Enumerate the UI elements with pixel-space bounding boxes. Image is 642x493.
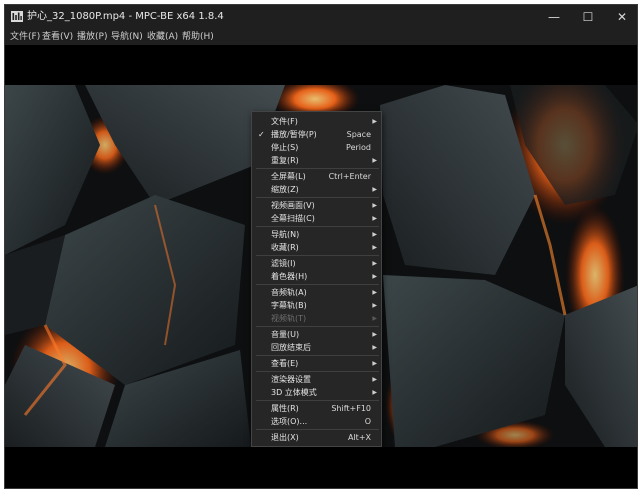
menu-item-shortcut: Space [346,130,371,139]
arrow-right-icon: ▶ [372,389,377,396]
menu-item-shortcut: Ctrl+Enter [328,172,371,181]
arrow-right-icon: ▶ [372,157,377,164]
menu-item-label: 着色器(H) [271,272,308,281]
menu-item-label: 选项(O)... [271,417,308,426]
arrow-right-icon: ▶ [372,315,377,322]
arrow-right-icon: ▶ [372,202,377,209]
menu-separator [256,326,379,327]
menu-separator [256,168,379,169]
menu-separator [256,284,379,285]
context-menu-item: 视频轨(T) ▶ [252,312,381,325]
maximize-button[interactable]: ☐ [571,5,605,29]
arrow-right-icon: ▶ [372,376,377,383]
context-menu-item[interactable]: 属性(R) Shift+F10 [252,402,381,415]
context-menu-item[interactable]: 音量(U) ▶ [252,328,381,341]
context-menu-item[interactable]: 退出(X) Alt+X [252,431,381,444]
minimize-button[interactable]: — [537,5,571,29]
arrow-right-icon: ▶ [372,215,377,222]
menu-item-shortcut: Shift+F10 [331,404,371,413]
context-menu-item[interactable]: 回放结束后 ▶ [252,341,381,354]
arrow-right-icon: ▶ [372,289,377,296]
menu-separator [256,226,379,227]
menu-item-label: 视频画面(V) [271,201,315,210]
context-menu-item[interactable]: 停止(S) Period [252,141,381,154]
arrow-right-icon: ▶ [372,260,377,267]
context-menu-item[interactable]: ✓ 播放/暂停(P) Space [252,128,381,141]
arrow-right-icon: ▶ [372,244,377,251]
context-menu-item[interactable]: 选项(O)... O [252,415,381,428]
menu-separator [256,429,379,430]
arrow-right-icon: ▶ [372,231,377,238]
menu-item-shortcut: Alt+X [347,433,371,442]
context-menu: 文件(F) ▶ ✓ 播放/暂停(P) Space 停止(S) Period 重复(R) ▶ 全屏幕… [251,111,382,447]
context-menu-item[interactable]: 音频轨(A) ▶ [252,286,381,299]
film-icon [11,11,23,22]
window-title: 护心_32_1080P.mp4 - MPC-BE x64 1.8.4 [27,11,224,22]
menu-item-shortcut: Period [346,143,371,152]
context-menu-item[interactable]: 全幕扫描(C) ▶ [252,212,381,225]
menu-item-label: 导航(N) [271,230,300,239]
context-menu-item[interactable]: 查看(E) ▶ [252,357,381,370]
close-icon: ✕ [616,10,628,24]
menu-favorites[interactable]: 收藏(A) [147,31,178,43]
context-menu-item[interactable]: 缩放(Z) ▶ [252,183,381,196]
context-menu-item[interactable]: 字幕轨(B) ▶ [252,299,381,312]
menu-item-label: 缩放(Z) [271,185,299,194]
menu-item-label: 字幕轨(B) [271,301,307,310]
arrow-right-icon: ▶ [372,273,377,280]
menu-item-label: 渲染器设置 [271,375,311,384]
menu-separator [256,371,379,372]
arrow-right-icon: ▶ [372,118,377,125]
menu-item-label: 文件(F) [271,117,298,126]
menu-item-label: 收藏(R) [271,243,299,252]
menu-view[interactable]: 查看(V) [42,31,73,43]
menu-item-label: 3D 立体模式 [271,388,317,397]
context-menu-item[interactable]: 滤镜(I) ▶ [252,257,381,270]
context-menu-item[interactable]: 3D 立体模式 ▶ [252,386,381,399]
menu-item-label: 视频轨(T) [271,314,307,323]
arrow-right-icon: ▶ [372,302,377,309]
menu-separator [256,355,379,356]
player-window: 护心_32_1080P.mp4 - MPC-BE x64 1.8.4 — ☐ ✕… [4,4,638,489]
menu-separator [256,197,379,198]
menu-item-label: 属性(R) [271,404,299,413]
menu-item-label: 回放结束后 [271,343,311,352]
menu-play[interactable]: 播放(P) [77,31,107,43]
arrow-right-icon: ▶ [372,360,377,367]
close-button[interactable]: ✕ [605,5,637,29]
menu-item-label: 重复(R) [271,156,299,165]
menu-file[interactable]: 文件(F) [10,31,40,43]
menu-separator [256,400,379,401]
context-menu-item[interactable]: 收藏(R) ▶ [252,241,381,254]
menu-navigate[interactable]: 导航(N) [111,31,143,43]
menu-item-label: 音量(U) [271,330,300,339]
arrow-right-icon: ▶ [372,331,377,338]
context-menu-item[interactable]: 视频画面(V) ▶ [252,199,381,212]
context-menu-item[interactable]: 重复(R) ▶ [252,154,381,167]
menu-bar: 文件(F) 查看(V) 播放(P) 导航(N) 收藏(A) 帮助(H) [5,29,637,45]
menu-item-label: 退出(X) [271,433,299,442]
menu-item-label: 全屏幕(L) [271,172,306,181]
context-menu-item[interactable]: 着色器(H) ▶ [252,270,381,283]
context-menu-item[interactable]: 导航(N) ▶ [252,228,381,241]
title-bar[interactable]: 护心_32_1080P.mp4 - MPC-BE x64 1.8.4 — ☐ ✕ [5,5,637,29]
context-menu-item[interactable]: 渲染器设置 ▶ [252,373,381,386]
check-icon: ✓ [258,130,265,139]
menu-separator [256,255,379,256]
context-menu-item[interactable]: 全屏幕(L) Ctrl+Enter [252,170,381,183]
arrow-right-icon: ▶ [372,186,377,193]
menu-item-label: 停止(S) [271,143,299,152]
menu-item-label: 音频轨(A) [271,288,307,297]
menu-item-label: 播放/暂停(P) [271,130,317,139]
menu-item-label: 全幕扫描(C) [271,214,315,223]
minimize-icon: — [548,10,560,24]
menu-item-label: 滤镜(I) [271,259,296,268]
maximize-icon: ☐ [582,10,594,24]
menu-help[interactable]: 帮助(H) [182,31,214,43]
menu-item-label: 查看(E) [271,359,299,368]
context-menu-item[interactable]: 文件(F) ▶ [252,115,381,128]
menu-item-shortcut: O [364,417,371,426]
arrow-right-icon: ▶ [372,344,377,351]
